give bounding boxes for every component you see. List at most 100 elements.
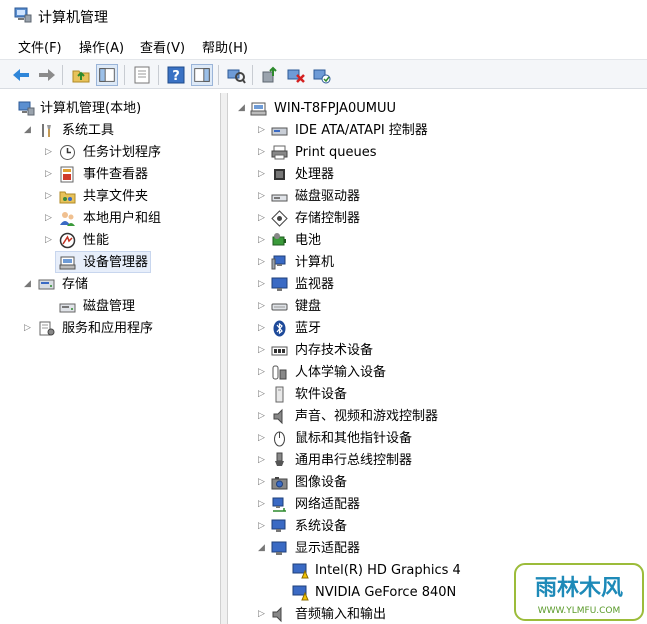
- collapsed-arrow-icon[interactable]: ▷: [45, 146, 55, 158]
- device-category-row[interactable]: ▷ 处理器: [228, 164, 647, 186]
- menu-help[interactable]: 帮助(H): [202, 37, 248, 56]
- collapsed-arrow-icon[interactable]: ▷: [258, 498, 268, 510]
- tree-label: 计算机管理(本地): [40, 101, 142, 116]
- device-category-row[interactable]: ◢ 显示适配器: [228, 538, 647, 560]
- collapsed-arrow-icon[interactable]: ▷: [258, 476, 268, 488]
- device-category-label: 显示适配器: [295, 541, 361, 556]
- tree-node-disk-management[interactable]: 磁盘管理: [0, 296, 221, 318]
- collapsed-arrow-icon[interactable]: ▷: [258, 410, 268, 422]
- collapsed-arrow-icon[interactable]: ▷: [258, 300, 268, 312]
- collapsed-arrow-icon[interactable]: ▷: [45, 168, 55, 180]
- device-label: NVIDIA GeForce 840N: [315, 585, 457, 600]
- tree-label: 系统工具: [62, 123, 115, 138]
- update-driver-icon[interactable]: [259, 64, 281, 86]
- collapsed-arrow-icon[interactable]: ▷: [258, 366, 268, 378]
- collapsed-arrow-icon[interactable]: ▷: [258, 454, 268, 466]
- bluetooth-icon: [273, 320, 286, 337]
- collapsed-arrow-icon[interactable]: ▷: [258, 608, 268, 620]
- collapsed-arrow-icon[interactable]: ▷: [258, 234, 268, 246]
- tree-node-system-tools[interactable]: ◢ 系统工具: [0, 120, 221, 142]
- window-title: 计算机管理: [38, 10, 108, 26]
- device-tree-pane: ◢ WIN-T8FPJA0UMUU ▷ IDE ATA/ATAPI 控制器 ▷ Pri…: [227, 93, 647, 624]
- device-category-label: Print queues: [295, 145, 377, 160]
- processor-icon: [274, 169, 285, 180]
- software-device-icon: [275, 386, 284, 403]
- device-category-row[interactable]: ▷ 计算机: [228, 252, 647, 274]
- collapsed-arrow-icon[interactable]: ▷: [258, 520, 268, 532]
- device-tree-root[interactable]: ◢ WIN-T8FPJA0UMUU: [228, 98, 647, 120]
- device-category-row[interactable]: ▷ 人体学输入设备: [228, 362, 647, 384]
- device-category-row[interactable]: ▷ IDE ATA/ATAPI 控制器: [228, 120, 647, 142]
- tree-node-storage[interactable]: ◢ 存储: [0, 274, 221, 296]
- speaker-icon: [272, 606, 282, 623]
- menu-file[interactable]: 文件(F): [18, 37, 62, 56]
- device-manager-icon: [59, 256, 76, 270]
- tree-node-task-scheduler[interactable]: ▷ 任务计划程序: [0, 142, 221, 164]
- device-category-row[interactable]: ▷ Print queues: [228, 142, 647, 164]
- tree-node-device-manager[interactable]: 设备管理器: [0, 252, 221, 274]
- show-hide-tree-icon[interactable]: [96, 64, 118, 86]
- expanded-arrow-icon[interactable]: ◢: [24, 124, 34, 136]
- device-category-row[interactable]: ▷ 软件设备: [228, 384, 647, 406]
- expanded-arrow-icon[interactable]: ◢: [24, 278, 34, 290]
- clock-icon: [60, 145, 75, 160]
- tree-node-local-users[interactable]: ▷ 本地用户和组: [0, 208, 221, 230]
- device-category-row[interactable]: ▷ 监视器: [228, 274, 647, 296]
- menu-view[interactable]: 查看(V): [140, 37, 185, 56]
- collapsed-arrow-icon[interactable]: ▷: [258, 146, 268, 158]
- uninstall-device-icon[interactable]: [285, 64, 307, 86]
- device-category-label: 网络适配器: [295, 497, 361, 512]
- collapsed-arrow-icon[interactable]: ▷: [258, 278, 268, 290]
- toolbar-separator: [218, 65, 219, 85]
- collapsed-arrow-icon[interactable]: ▷: [258, 168, 268, 180]
- collapsed-arrow-icon[interactable]: ▷: [258, 190, 268, 202]
- device-category-row[interactable]: ▷ 电池: [228, 230, 647, 252]
- device-category-row[interactable]: ▷ 磁盘驱动器: [228, 186, 647, 208]
- collapsed-arrow-icon[interactable]: ▷: [258, 212, 268, 224]
- tree-node-performance[interactable]: ▷ 性能: [0, 230, 221, 252]
- device-category-row[interactable]: ▷ 存储控制器: [228, 208, 647, 230]
- device-category-row[interactable]: ▷ 内存技术设备: [228, 340, 647, 362]
- tree-node-shared-folders[interactable]: ▷ 共享文件夹: [0, 186, 221, 208]
- collapsed-arrow-icon[interactable]: ▷: [258, 124, 268, 136]
- svg-text:WWW.YLMFU.COM: WWW.YLMFU.COM: [538, 606, 621, 616]
- expanded-arrow-icon[interactable]: ◢: [258, 542, 268, 554]
- tree-node-event-viewer[interactable]: ▷ 事件查看器: [0, 164, 221, 186]
- up-folder-icon[interactable]: [70, 64, 92, 86]
- collapsed-arrow-icon[interactable]: ▷: [258, 432, 268, 444]
- menu-action[interactable]: 操作(A): [79, 37, 124, 56]
- collapsed-arrow-icon[interactable]: ▷: [258, 344, 268, 356]
- users-icon: [60, 212, 75, 226]
- computer-icon: [271, 255, 286, 270]
- device-category-row[interactable]: ▷ 网络适配器: [228, 494, 647, 516]
- forward-arrow-icon[interactable]: [36, 64, 58, 86]
- collapsed-arrow-icon[interactable]: ▷: [24, 322, 34, 334]
- tree-node-computer-management[interactable]: 计算机管理(本地): [0, 98, 221, 120]
- device-category-row[interactable]: ▷ 蓝牙: [228, 318, 647, 340]
- device-category-row[interactable]: ▷ 系统设备: [228, 516, 647, 538]
- device-category-row[interactable]: ▷ 通用串行总线控制器: [228, 450, 647, 472]
- device-category-row[interactable]: ▷ 图像设备: [228, 472, 647, 494]
- tree-node-services-apps[interactable]: ▷ 服务和应用程序: [0, 318, 221, 340]
- device-category-row[interactable]: ▷ 声音、视频和游戏控制器: [228, 406, 647, 428]
- help-icon[interactable]: ?: [165, 64, 187, 86]
- action-pane-icon[interactable]: [191, 64, 213, 86]
- collapsed-arrow-icon[interactable]: ▷: [258, 256, 268, 268]
- collapsed-arrow-icon[interactable]: ▷: [258, 388, 268, 400]
- collapsed-arrow-icon[interactable]: ▷: [45, 234, 55, 246]
- collapsed-arrow-icon[interactable]: ▷: [45, 212, 55, 224]
- back-arrow-icon[interactable]: [10, 64, 32, 86]
- device-category-label: 系统设备: [295, 519, 348, 534]
- collapsed-arrow-icon[interactable]: ▷: [45, 190, 55, 202]
- expanded-arrow-icon[interactable]: ◢: [238, 102, 248, 114]
- printer-icon: [271, 145, 288, 160]
- tree-label: 共享文件夹: [83, 189, 149, 204]
- scan-hardware-icon[interactable]: [225, 64, 247, 86]
- properties-icon[interactable]: [131, 64, 153, 86]
- toolbar-separator: [124, 65, 125, 85]
- device-category-row[interactable]: ▷ 键盘: [228, 296, 647, 318]
- enable-device-icon[interactable]: [311, 64, 333, 86]
- device-category-row[interactable]: ▷ 鼠标和其他指针设备: [228, 428, 647, 450]
- collapsed-arrow-icon[interactable]: ▷: [258, 322, 268, 334]
- computer-icon: [250, 102, 267, 116]
